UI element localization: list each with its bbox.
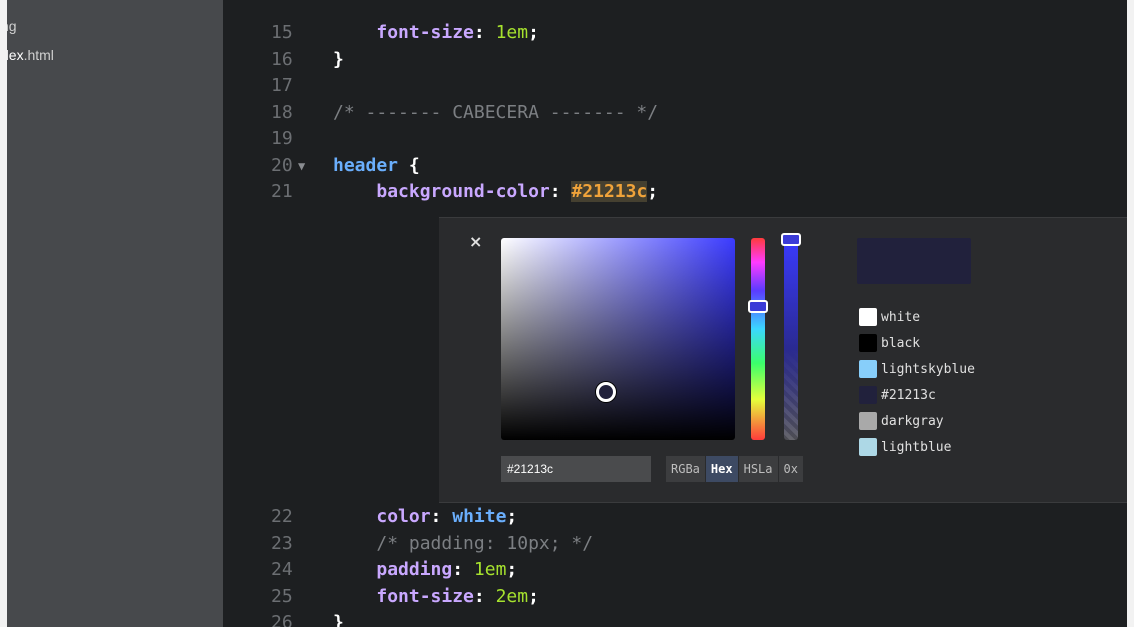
swatch-label: #21213c <box>881 387 936 403</box>
swatch-color-box <box>859 412 877 430</box>
line-number: 19 <box>271 128 293 149</box>
line-number: 18 <box>271 101 293 123</box>
code-text: font-size: 1em; <box>333 20 539 46</box>
code-token: white <box>452 506 507 527</box>
code-token: : <box>549 181 572 202</box>
line-number: 15 <box>271 22 293 43</box>
code-token: /* ------- CABECERA ------- */ <box>333 101 659 123</box>
code-token: header <box>333 154 399 176</box>
file-extension: .html <box>23 47 54 63</box>
swatch-label: black <box>881 335 921 351</box>
line-number: 23 <box>271 532 293 554</box>
code-text: padding: 1em; <box>333 557 517 583</box>
code-text: /* ------- CABECERA ------- */ <box>333 100 658 126</box>
code-token: } <box>333 48 344 70</box>
swatch-label: white <box>881 309 921 325</box>
file-tree-sidebar: ng dex.html <box>7 0 223 627</box>
code-text: header { <box>333 153 420 179</box>
color-swatch-item[interactable]: darkgray <box>859 408 975 434</box>
code-token: ; <box>506 559 518 580</box>
line-number: 24 <box>271 559 293 580</box>
format-hex-button[interactable]: Hex <box>705 456 738 482</box>
line-number: 22 <box>271 506 293 527</box>
code-text: } <box>333 47 344 73</box>
swatch-color-box <box>859 386 877 404</box>
code-token: ; <box>528 585 539 607</box>
code-text: background-color: #21213c; <box>333 179 658 205</box>
swatch-label: lightskyblue <box>881 361 975 377</box>
color-format-buttons: RGBa Hex HSLa 0x <box>666 456 804 482</box>
color-swatch-item[interactable]: #21213c <box>859 382 975 408</box>
line-number: 17 <box>271 75 293 96</box>
opacity-slider[interactable] <box>784 238 798 440</box>
color-swatch-item[interactable]: white <box>859 304 975 330</box>
line-number: 26 <box>271 612 293 627</box>
code-token: ; <box>506 506 518 527</box>
saturation-value-handle[interactable] <box>596 382 616 402</box>
file-name-bold: dex <box>7 47 24 63</box>
code-token: : <box>430 506 453 527</box>
code-token: /* padding: 10px; */ <box>376 532 594 554</box>
swatch-label: lightblue <box>881 439 952 455</box>
hue-slider[interactable] <box>751 238 765 440</box>
code-token: 2em <box>495 585 529 607</box>
opacity-slider-handle[interactable] <box>781 233 801 246</box>
inline-color-picker: × #21213c RGBa Hex HSLa 0x white black lights… <box>439 217 1127 503</box>
line-number: 25 <box>271 585 293 607</box>
file-tree-item-label: ng <box>7 18 17 34</box>
color-swatch-item[interactable]: black <box>859 330 975 356</box>
swatch-color-box <box>859 438 877 456</box>
code-token: #21213c <box>571 181 648 202</box>
format-0x-button[interactable]: 0x <box>778 456 803 482</box>
code-token: padding <box>376 559 453 580</box>
line-number: 21 <box>271 181 293 202</box>
code-text: } <box>333 610 344 627</box>
code-token: : <box>473 22 496 43</box>
line-number: 16 <box>271 48 293 70</box>
code-editor[interactable]: 15 font-size: 1em; 16} 17 18 /* ------- CABE… <box>223 0 1127 627</box>
code-token: { <box>398 154 420 176</box>
code-token: color <box>376 506 431 527</box>
code-token: 1em <box>495 22 529 43</box>
saturation-value-square[interactable] <box>501 238 735 440</box>
file-tree-item-index-html[interactable]: dex.html <box>7 47 54 63</box>
code-token: font-size <box>376 585 474 607</box>
code-token: ; <box>647 181 659 202</box>
close-icon[interactable]: × <box>469 232 482 251</box>
hue-slider-handle[interactable] <box>748 300 768 313</box>
code-token: : <box>452 559 474 580</box>
swatch-label: darkgray <box>881 413 944 429</box>
code-token: background-color <box>376 181 550 202</box>
code-token: font-size <box>376 22 474 43</box>
code-token: : <box>473 585 496 607</box>
color-swatch-item[interactable]: lightskyblue <box>859 356 975 382</box>
swatch-color-box <box>859 308 877 326</box>
swatch-color-box <box>859 360 877 378</box>
code-text: /* padding: 10px; */ <box>333 531 593 557</box>
editor-window: ng dex.html 15 font-size: 1em; 16} 17 18 /* … <box>7 0 1127 627</box>
line-number: 20 <box>271 154 293 176</box>
color-swatch-list: white black lightskyblue #21213c darkgray lig… <box>859 304 975 460</box>
code-token: 1em <box>473 559 507 580</box>
code-text: font-size: 2em; <box>333 584 539 610</box>
format-hsla-button[interactable]: HSLa <box>738 456 778 482</box>
code-text: color: white; <box>333 504 517 530</box>
swatch-color-box <box>859 334 877 352</box>
code-token: ; <box>528 22 539 43</box>
code-token: } <box>333 612 344 627</box>
fold-arrow-icon[interactable]: ▼ <box>298 153 305 179</box>
format-rgba-button[interactable]: RGBa <box>666 456 705 482</box>
current-color-preview <box>857 238 971 284</box>
color-swatch-item[interactable]: lightblue <box>859 434 975 460</box>
file-tree-item[interactable]: ng <box>7 18 17 34</box>
color-value-input[interactable]: #21213c <box>501 456 651 482</box>
